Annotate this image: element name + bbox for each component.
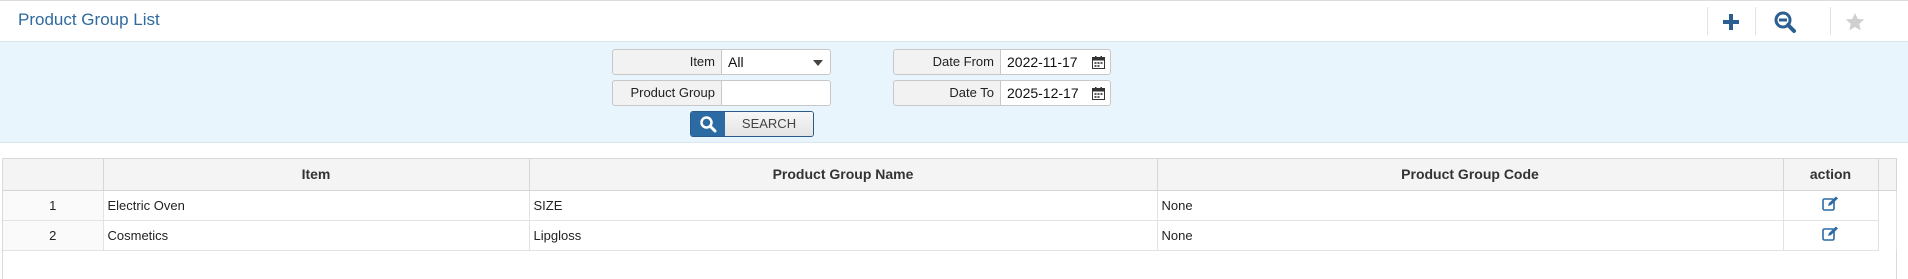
date-to-input[interactable]: 2025-12-17 — [1001, 80, 1111, 106]
data-table: Item Product Group Name Product Group Co… — [3, 159, 1897, 251]
header-divider — [1755, 7, 1756, 35]
star-icon — [1845, 12, 1865, 31]
column-header-product-group-code[interactable]: Product Group Code — [1157, 159, 1784, 191]
column-header-product-group-name[interactable]: Product Group Name — [529, 159, 1158, 191]
edit-button[interactable] — [1822, 196, 1839, 214]
date-from-label: Date From — [893, 49, 1001, 75]
page-header: Product Group List — [0, 0, 1908, 42]
item-select-value: All — [728, 54, 744, 70]
calendar-icon[interactable] — [1092, 56, 1105, 69]
product-group-table: Item Product Group Name Product Group Co… — [2, 158, 1897, 279]
page-title: Product Group List — [18, 10, 160, 29]
cell-action — [1783, 220, 1879, 251]
cell-action — [1783, 190, 1879, 221]
chevron-down-icon — [813, 60, 823, 66]
product-group-label: Product Group — [612, 80, 722, 106]
cell-spacer — [1878, 190, 1897, 220]
cell-spacer — [1878, 220, 1897, 250]
edit-button[interactable] — [1822, 226, 1839, 244]
edit-icon — [1822, 226, 1838, 241]
table-header-row: Item Product Group Name Product Group Co… — [3, 159, 1897, 191]
date-to-value: 2025-12-17 — [1007, 85, 1079, 101]
column-header-index — [3, 159, 104, 191]
cell-product-group-code: None — [1157, 220, 1784, 251]
column-header-item[interactable]: Item — [103, 159, 530, 191]
edit-icon — [1822, 196, 1838, 211]
favorite-button[interactable] — [1832, 7, 1878, 37]
zoom-out-button[interactable] — [1762, 7, 1808, 37]
column-header-spacer — [1878, 159, 1897, 191]
table-row[interactable]: 1 Electric Oven SIZE None — [3, 190, 1897, 221]
header-divider — [1830, 7, 1831, 35]
search-button-label: SEARCH — [725, 112, 813, 136]
search-button[interactable]: SEARCH — [690, 111, 814, 137]
cell-item: Cosmetics — [103, 220, 530, 251]
cell-product-group-name: Lipgloss — [529, 220, 1158, 251]
date-to-label: Date To — [893, 80, 1001, 106]
add-button[interactable] — [1708, 7, 1754, 37]
row-index: 2 — [3, 220, 104, 251]
search-panel: Item All Product Group Date From 2022-11… — [0, 42, 1908, 143]
date-from-value: 2022-11-17 — [1007, 54, 1078, 70]
search-icon — [700, 116, 717, 133]
cell-item: Electric Oven — [103, 190, 530, 221]
date-from-input[interactable]: 2022-11-17 — [1001, 49, 1111, 75]
zoom-out-icon — [1774, 11, 1796, 33]
cell-product-group-code: None — [1157, 190, 1784, 221]
item-label: Item — [612, 49, 722, 75]
product-group-input[interactable] — [722, 80, 831, 106]
page: Product Group List Item All Product Grou… — [0, 0, 1908, 279]
row-index: 1 — [3, 190, 104, 221]
table-row[interactable]: 2 Cosmetics Lipgloss None — [3, 220, 1897, 251]
plus-icon — [1723, 14, 1739, 30]
item-select[interactable]: All — [722, 49, 831, 75]
search-icon-box — [691, 112, 725, 136]
column-header-action: action — [1783, 159, 1879, 191]
calendar-icon[interactable] — [1092, 87, 1105, 100]
cell-product-group-name: SIZE — [529, 190, 1158, 221]
